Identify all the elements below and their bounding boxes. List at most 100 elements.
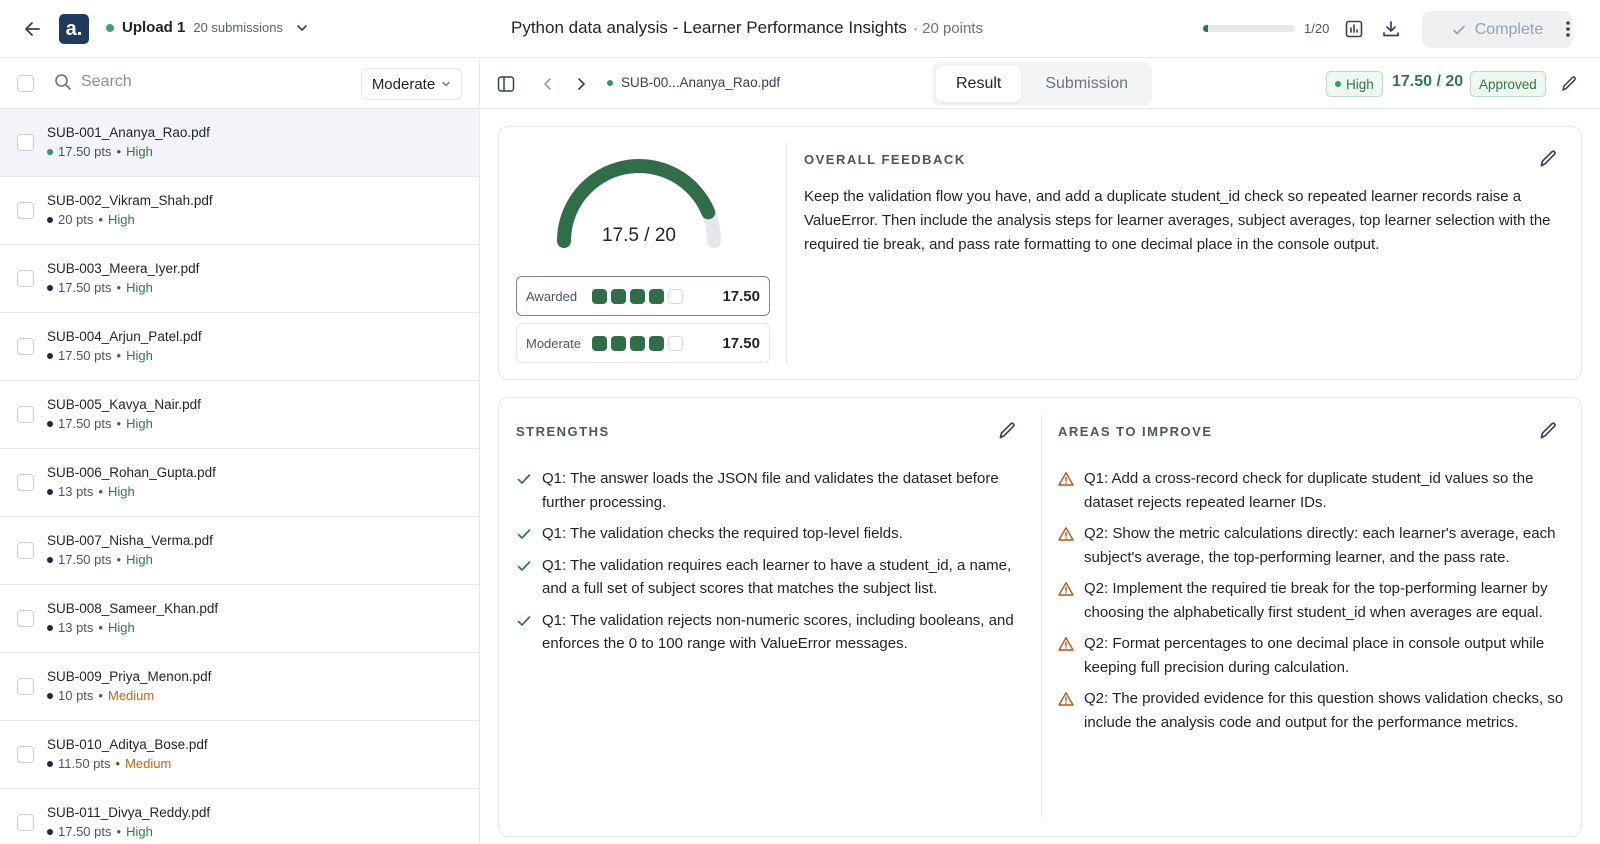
- upload-selector[interactable]: Upload 1 20 submissions: [106, 19, 309, 36]
- filter-dropdown[interactable]: Moderate: [361, 68, 462, 100]
- check-icon: [517, 615, 531, 626]
- row-checkbox[interactable]: [17, 542, 34, 559]
- submission-points: 10 pts: [58, 688, 94, 703]
- row-checkbox[interactable]: [17, 814, 34, 831]
- improvement-item: Q1: Add a cross-record check for duplica…: [1058, 467, 1568, 514]
- list-item[interactable]: SUB-011_Divya_Reddy.pdf 17.50 pts • High: [0, 789, 479, 844]
- grading-progress-bar: [1203, 25, 1295, 32]
- moderate-score-row[interactable]: Moderate 17.50: [516, 323, 770, 363]
- moderate-value: 17.50: [722, 334, 760, 352]
- previous-submission-icon[interactable]: [537, 73, 559, 95]
- pip-filled: [630, 289, 645, 304]
- toggle-sidebar-icon[interactable]: [495, 73, 517, 95]
- pip-empty: [668, 336, 683, 351]
- complete-button[interactable]: Complete: [1422, 11, 1572, 48]
- row-checkbox[interactable]: [17, 610, 34, 627]
- download-icon[interactable]: [1379, 17, 1403, 41]
- file-name: SUB-00...Ananya_Rao.pdf: [621, 75, 781, 90]
- status-dot-icon: [47, 148, 53, 155]
- progress-label: 1/20: [1304, 21, 1330, 36]
- submission-meta: 17.50 pts • High: [47, 552, 153, 567]
- awarded-score-row[interactable]: Awarded 17.50: [516, 276, 770, 316]
- strength-text: Q1: The validation requires each learner…: [542, 556, 1012, 598]
- edit-score-icon[interactable]: [1558, 73, 1580, 95]
- row-checkbox[interactable]: [17, 134, 34, 151]
- improvement-text: Q2: Implement the required tie break for…: [1084, 580, 1548, 621]
- confidence-label: High: [126, 552, 153, 567]
- row-checkbox[interactable]: [17, 678, 34, 695]
- page-title: Python data analysis - Learner Performan…: [511, 18, 907, 37]
- submission-name: SUB-011_Divya_Reddy.pdf: [47, 805, 211, 820]
- row-checkbox[interactable]: [17, 746, 34, 763]
- list-item[interactable]: SUB-002_Vikram_Shah.pdf 20 pts • High: [0, 177, 479, 245]
- row-checkbox[interactable]: [17, 270, 34, 287]
- stats-icon[interactable]: [1342, 17, 1366, 41]
- confidence-label: High: [1346, 76, 1374, 92]
- tab-result[interactable]: Result: [936, 66, 1022, 102]
- submission-points: 11.50 pts: [58, 756, 111, 771]
- next-submission-icon[interactable]: [570, 73, 592, 95]
- separator-dot: •: [116, 280, 122, 295]
- confidence-label: High: [107, 212, 135, 227]
- warning-icon: [1058, 582, 1074, 596]
- list-item[interactable]: SUB-006_Rohan_Gupta.pdf 13 pts • High: [0, 449, 479, 517]
- check-icon: [1452, 25, 1465, 34]
- list-item[interactable]: SUB-008_Sameer_Khan.pdf 13 pts • High: [0, 585, 479, 653]
- list-item[interactable]: SUB-003_Meera_Iyer.pdf 17.50 pts • High: [0, 245, 479, 313]
- row-checkbox[interactable]: [17, 202, 34, 219]
- improvements-list: Q1: Add a cross-record check for duplica…: [1058, 467, 1568, 742]
- strength-item: Q1: The answer loads the JSON file and v…: [516, 467, 1021, 514]
- status-dot-icon: [1335, 81, 1341, 87]
- status-dot-icon: [106, 23, 114, 32]
- submission-meta: 17.50 pts • High: [47, 416, 153, 431]
- strength-text: Q1: The validation checks the required t…: [542, 525, 903, 542]
- pip-filled: [611, 289, 626, 304]
- list-item[interactable]: SUB-004_Arjun_Patel.pdf 17.50 pts • High: [0, 313, 479, 381]
- back-arrow-icon[interactable]: [22, 18, 44, 40]
- submissions-sidebar: Search Moderate SUB-001_Ananya_Rao.pdf 17…: [0, 59, 480, 844]
- list-item[interactable]: SUB-001_Ananya_Rao.pdf 17.50 pts • High: [0, 109, 479, 177]
- improvement-text: Q1: Add a cross-record check for duplica…: [1084, 470, 1534, 511]
- warning-icon: [1058, 637, 1074, 651]
- points-label: · 20 points: [912, 20, 983, 37]
- search-input[interactable]: Search: [54, 73, 132, 91]
- awarded-pips: [592, 289, 683, 304]
- submission-meta: 10 pts • Medium: [47, 688, 154, 703]
- submission-points: 13 pts: [58, 620, 94, 635]
- select-all-checkbox[interactable]: [17, 75, 34, 92]
- upload-name: Upload 1: [122, 19, 186, 36]
- status-badge: Approved: [1470, 71, 1546, 97]
- confidence-label: High: [126, 348, 153, 363]
- row-checkbox[interactable]: [17, 406, 34, 423]
- edit-improvements-icon[interactable]: [1537, 420, 1559, 442]
- pip-filled: [649, 289, 664, 304]
- strengths-title: STRENGTHS: [516, 424, 610, 439]
- submission-points: 13 pts: [58, 484, 94, 499]
- search-placeholder: Search: [81, 73, 132, 90]
- separator-dot: •: [116, 144, 122, 159]
- pip-filled: [611, 336, 626, 351]
- row-checkbox[interactable]: [17, 338, 34, 355]
- status-dot-icon: [47, 352, 53, 359]
- submission-name: SUB-003_Meera_Iyer.pdf: [47, 261, 200, 276]
- list-item[interactable]: SUB-005_Kavya_Nair.pdf 17.50 pts • High: [0, 381, 479, 449]
- improvement-item: Q2: Format percentages to one decimal pl…: [1058, 632, 1568, 679]
- confidence-label: High: [126, 144, 153, 159]
- more-options-icon[interactable]: [1556, 17, 1580, 41]
- edit-feedback-icon[interactable]: [1537, 148, 1559, 170]
- status-dot-icon: [47, 760, 53, 767]
- submission-name: SUB-008_Sameer_Khan.pdf: [47, 601, 219, 616]
- list-item[interactable]: SUB-009_Priya_Menon.pdf 10 pts • Medium: [0, 653, 479, 721]
- status-dot-icon: [47, 556, 53, 563]
- list-item[interactable]: SUB-007_Nisha_Verma.pdf 17.50 pts • High: [0, 517, 479, 585]
- warning-icon: [1058, 527, 1074, 541]
- strength-item: Q1: The validation checks the required t…: [516, 522, 1021, 546]
- improvement-item: Q2: Implement the required tie break for…: [1058, 577, 1568, 624]
- top-bar: a. Upload 1 20 submissions Python data a…: [0, 0, 1600, 58]
- row-checkbox[interactable]: [17, 474, 34, 491]
- submission-meta: 17.50 pts • High: [47, 824, 153, 839]
- edit-strengths-icon[interactable]: [996, 420, 1018, 442]
- list-item[interactable]: SUB-010_Aditya_Bose.pdf 11.50 pts • Medium: [0, 721, 479, 789]
- tab-submission[interactable]: Submission: [1025, 66, 1148, 102]
- submission-points: 17.50 pts: [58, 552, 112, 567]
